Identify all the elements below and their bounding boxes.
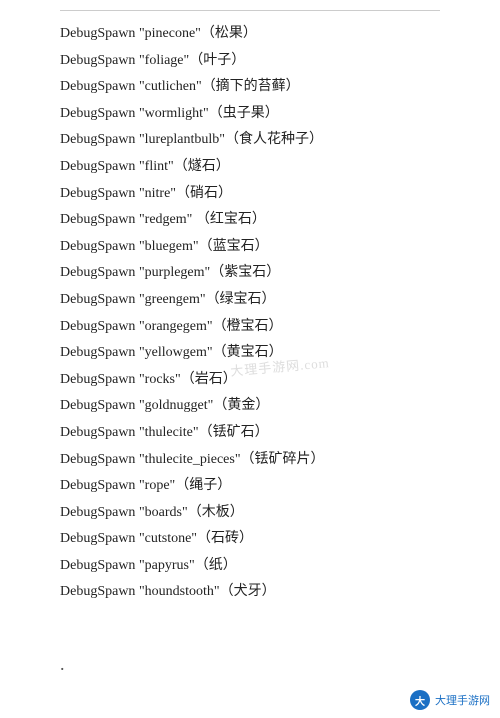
debug-spawn-keyword: DebugSpawn <box>60 505 139 520</box>
debug-spawn-keyword: DebugSpawn <box>60 265 139 280</box>
footer: 大 大理手游网 <box>410 690 490 710</box>
item-cn-label: （岩石） <box>181 372 237 387</box>
item-cn-label: （紫宝石） <box>210 265 280 280</box>
footer-text: 大理手游网 <box>435 692 490 708</box>
item-name: "rocks" <box>139 372 181 387</box>
item-name: "papyrus" <box>139 558 195 573</box>
debug-spawn-keyword: DebugSpawn <box>60 132 139 147</box>
item-cn-label: （燧石） <box>174 159 230 174</box>
item-cn-label: （绿宝石） <box>206 292 276 307</box>
item-name: "goldnugget" <box>139 398 213 413</box>
list-item: DebugSpawn "flint"（燧石） <box>60 154 440 181</box>
item-name: "purplegem" <box>139 265 210 280</box>
item-cn-label: （纸） <box>195 558 237 573</box>
item-cn-label: （摘下的苔藓） <box>202 79 300 94</box>
item-cn-label: （叶子） <box>189 53 245 68</box>
debug-spawn-keyword: DebugSpawn <box>60 531 139 546</box>
list-item: DebugSpawn "rocks"（岩石） <box>60 367 440 394</box>
item-name: "wormlight" <box>139 106 209 121</box>
item-cn-label: （蓝宝石） <box>199 239 269 254</box>
item-name: "greengem" <box>139 292 206 307</box>
item-name: "rope" <box>139 478 175 493</box>
item-name: "cutlichen" <box>139 79 202 94</box>
debug-spawn-keyword: DebugSpawn <box>60 79 139 94</box>
item-cn-label: （石砖） <box>197 531 253 546</box>
debug-spawn-keyword: DebugSpawn <box>60 239 139 254</box>
item-name: "nitre" <box>139 186 176 201</box>
item-cn-label: （黄宝石） <box>213 345 283 360</box>
debug-spawn-keyword: DebugSpawn <box>60 452 139 467</box>
debug-spawn-keyword: DebugSpawn <box>60 425 139 440</box>
debug-spawn-keyword: DebugSpawn <box>60 345 139 360</box>
list-item: DebugSpawn "lureplantbulb"（食人花种子） <box>60 127 440 154</box>
item-name: "boards" <box>139 505 188 520</box>
item-name: "bluegem" <box>139 239 199 254</box>
content-area: DebugSpawn "pinecone"（松果）DebugSpawn "fol… <box>0 11 500 646</box>
list-item: DebugSpawn "orangegem"（橙宝石） <box>60 314 440 341</box>
list-item: DebugSpawn "greengem"（绿宝石） <box>60 287 440 314</box>
item-name: "thulecite" <box>139 425 199 440</box>
item-cn-label: （绳子） <box>175 478 231 493</box>
debug-lines-container: DebugSpawn "pinecone"（松果）DebugSpawn "fol… <box>60 21 440 606</box>
debug-spawn-keyword: DebugSpawn <box>60 558 139 573</box>
list-item: DebugSpawn "thulecite_pieces"（铥矿碎片） <box>60 447 440 474</box>
item-cn-label: （红宝石） <box>192 212 266 227</box>
item-cn-label: （硝石） <box>176 186 232 201</box>
item-name: "houndstooth" <box>139 584 220 599</box>
list-item: DebugSpawn "bluegem"（蓝宝石） <box>60 234 440 261</box>
list-item: DebugSpawn "purplegem"（紫宝石） <box>60 260 440 287</box>
debug-spawn-keyword: DebugSpawn <box>60 478 139 493</box>
item-cn-label: （铥矿碎片） <box>241 452 325 467</box>
debug-spawn-keyword: DebugSpawn <box>60 398 139 413</box>
item-cn-label: （犬牙） <box>220 584 276 599</box>
list-item: DebugSpawn "papyrus"（纸） <box>60 553 440 580</box>
list-item: DebugSpawn "yellowgem"（黄宝石） <box>60 340 440 367</box>
item-cn-label: （木板） <box>188 505 244 520</box>
list-item: DebugSpawn "rope"（绳子） <box>60 473 440 500</box>
debug-spawn-keyword: DebugSpawn <box>60 159 139 174</box>
list-item: DebugSpawn "redgem" （红宝石） <box>60 207 440 234</box>
debug-spawn-keyword: DebugSpawn <box>60 212 139 227</box>
item-cn-label: （黄金） <box>213 398 269 413</box>
debug-spawn-keyword: DebugSpawn <box>60 292 139 307</box>
debug-spawn-keyword: DebugSpawn <box>60 186 139 201</box>
item-name: "cutstone" <box>139 531 197 546</box>
debug-spawn-keyword: DebugSpawn <box>60 53 139 68</box>
item-name: "yellowgem" <box>139 345 213 360</box>
item-name: "foliage" <box>139 53 189 68</box>
debug-spawn-keyword: DebugSpawn <box>60 26 139 41</box>
item-cn-label: （铥矿石） <box>199 425 269 440</box>
item-cn-label: （虫子果） <box>209 106 279 121</box>
debug-spawn-keyword: DebugSpawn <box>60 319 139 334</box>
list-item: DebugSpawn "pinecone"（松果） <box>60 21 440 48</box>
list-item: DebugSpawn "cutstone"（石砖） <box>60 526 440 553</box>
bottom-dot: . <box>0 646 500 682</box>
list-item: DebugSpawn "wormlight"（虫子果） <box>60 101 440 128</box>
list-item: DebugSpawn "boards"（木板） <box>60 500 440 527</box>
list-item: DebugSpawn "goldnugget"（黄金） <box>60 393 440 420</box>
debug-spawn-keyword: DebugSpawn <box>60 106 139 121</box>
item-cn-label: （食人花种子） <box>225 132 323 147</box>
item-cn-label: （橙宝石） <box>213 319 283 334</box>
debug-spawn-keyword: DebugSpawn <box>60 372 139 387</box>
list-item: DebugSpawn "cutlichen"（摘下的苔藓） <box>60 74 440 101</box>
item-name: "pinecone" <box>139 26 201 41</box>
debug-spawn-keyword: DebugSpawn <box>60 584 139 599</box>
list-item: DebugSpawn "nitre"（硝石） <box>60 181 440 208</box>
footer-logo: 大 <box>410 690 430 710</box>
item-cn-label: （松果） <box>201 26 257 41</box>
item-name: "orangegem" <box>139 319 213 334</box>
list-item: DebugSpawn "houndstooth"（犬牙） <box>60 579 440 606</box>
item-name: "lureplantbulb" <box>139 132 225 147</box>
item-name: "flint" <box>139 159 174 174</box>
list-item: DebugSpawn "foliage"（叶子） <box>60 48 440 75</box>
item-name: "thulecite_pieces" <box>139 452 241 467</box>
item-name: "redgem" <box>139 212 192 227</box>
list-item: DebugSpawn "thulecite"（铥矿石） <box>60 420 440 447</box>
